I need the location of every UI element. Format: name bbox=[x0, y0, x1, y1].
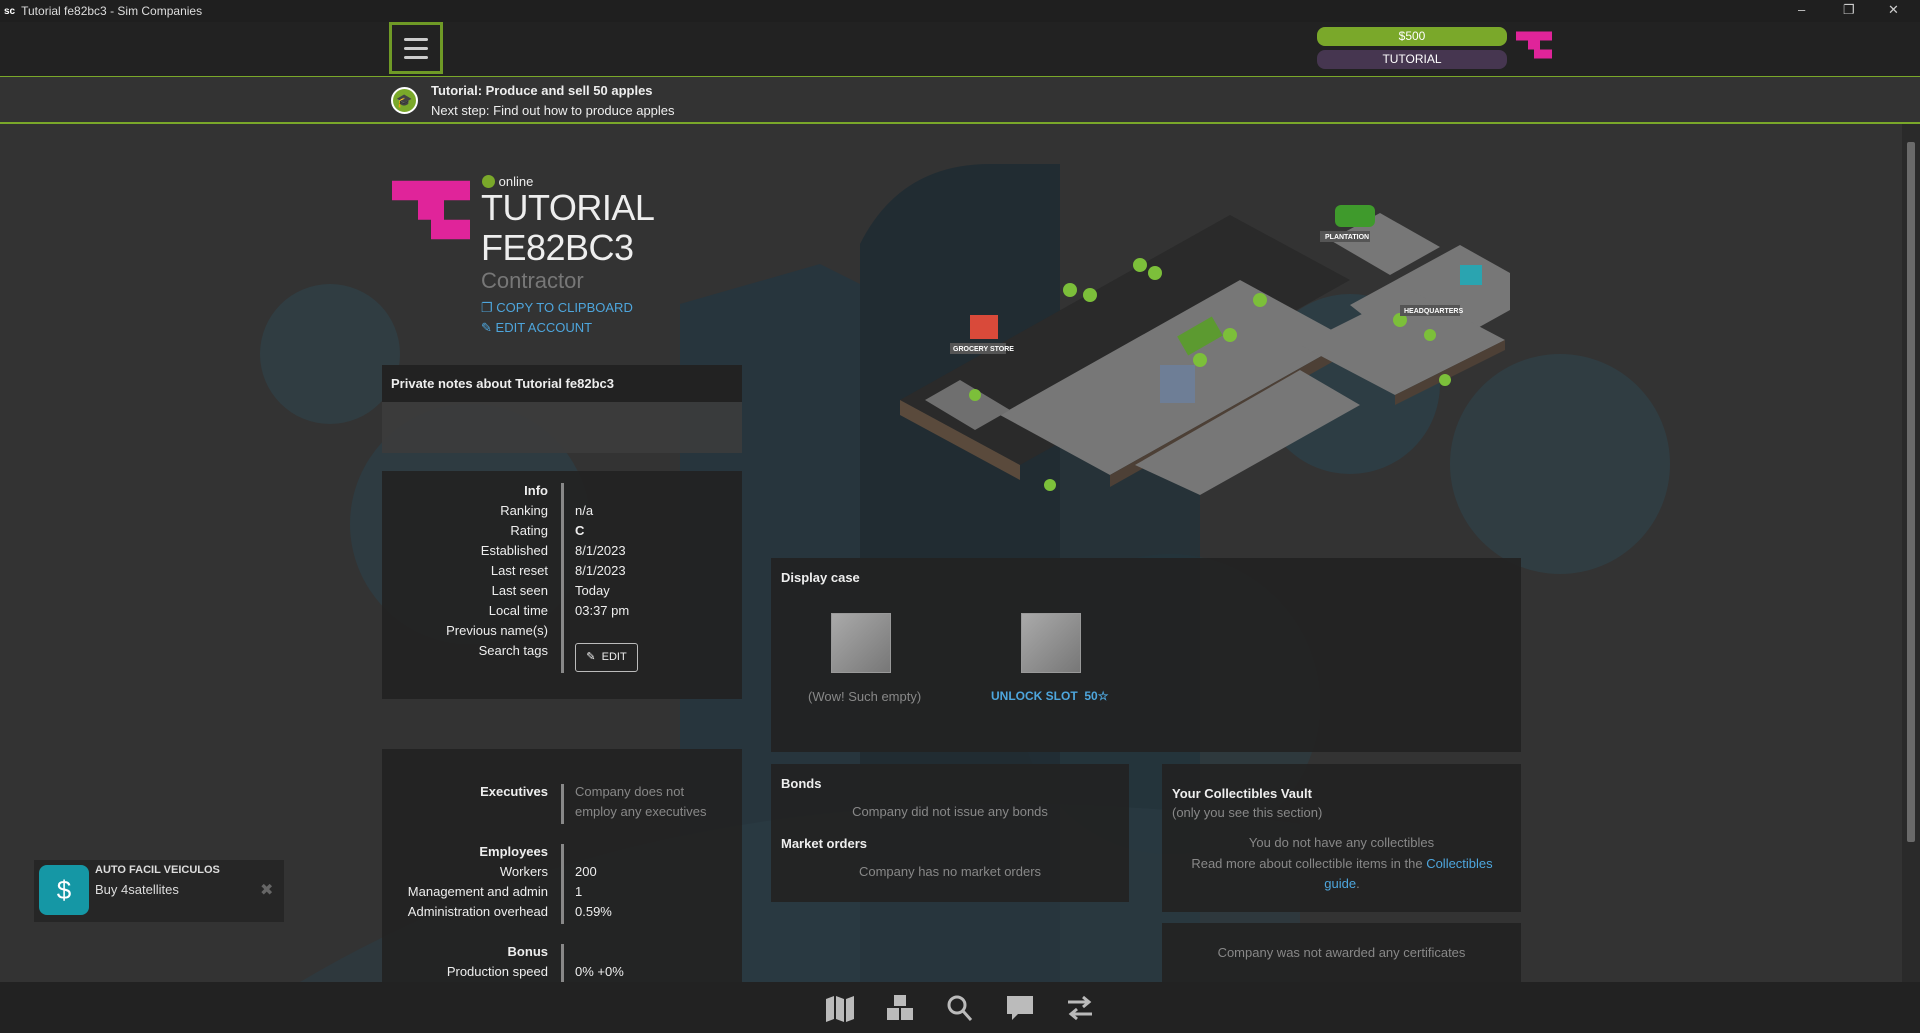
headquarters-building[interactable] bbox=[1460, 265, 1482, 285]
unlock-slot-button[interactable]: UNLOCK SLOT 50☆ bbox=[991, 689, 1108, 703]
copy-to-clipboard-link[interactable]: ❐ COPY TO CLIPBOARD bbox=[481, 300, 633, 316]
bonus-row-value: 0% +0% bbox=[575, 962, 624, 982]
map-label-grocery-store[interactable]: GROCERY STORE bbox=[953, 346, 1014, 353]
market-orders-title: Market orders bbox=[781, 836, 867, 851]
map-icon[interactable] bbox=[824, 993, 856, 1023]
maximize-button[interactable]: ❐ bbox=[1843, 2, 1855, 18]
row-value: 8/1/2023 bbox=[575, 561, 626, 581]
pencil-icon: ✎ bbox=[586, 651, 595, 663]
row-value: n/a bbox=[575, 501, 593, 521]
window-title: Tutorial fe82bc3 - Sim Companies bbox=[21, 4, 202, 18]
display-case-panel: Display case (Wow! Such empty) UNLOCK SL… bbox=[771, 558, 1521, 752]
vault-read-more: Read more about collectible items in the… bbox=[1182, 854, 1502, 894]
money-balance[interactable]: $500 bbox=[1317, 27, 1507, 46]
plantation-building[interactable] bbox=[1335, 205, 1375, 227]
vault-title: Your Collectibles Vault bbox=[1172, 786, 1312, 801]
tutorial-title: Tutorial: Produce and sell 50 apples bbox=[431, 83, 653, 98]
executives-value: Company does notemploy any executives bbox=[575, 782, 707, 822]
row-value: 03:37 pm bbox=[575, 601, 629, 621]
edit-icon: ✎ bbox=[481, 320, 492, 335]
market-orders-empty: Company has no market orders bbox=[771, 864, 1129, 879]
row-value: 1 bbox=[575, 882, 582, 902]
display-case-title: Display case bbox=[781, 570, 860, 585]
company-tag[interactable]: TUTORIAL bbox=[1317, 50, 1507, 69]
edit-search-tags-button[interactable]: ✎ EDIT bbox=[575, 643, 638, 672]
collectibles-vault-panel: Your Collectibles Vault (only you see th… bbox=[1162, 764, 1521, 912]
row-label: Rating bbox=[348, 521, 548, 541]
row-value: 0.59% bbox=[575, 902, 612, 922]
minimize-button[interactable]: – bbox=[1798, 2, 1805, 17]
app-icon: sc bbox=[4, 6, 15, 17]
toast-close-button[interactable]: ✖ bbox=[260, 880, 273, 900]
tutorial-next-step: Next step: Find out how to produce apple… bbox=[431, 103, 675, 118]
row-label: Last seen bbox=[348, 581, 548, 601]
row-label: Workers bbox=[348, 862, 548, 882]
private-notes-title: Private notes about Tutorial fe82bc3 bbox=[382, 365, 742, 402]
company-logo-small[interactable] bbox=[1516, 31, 1552, 59]
empty-display-box bbox=[831, 613, 891, 673]
info-panel: Info Rankingn/aRatingCEstablished8/1/202… bbox=[382, 471, 742, 699]
page-scrollbar[interactable] bbox=[1902, 124, 1920, 982]
bonds-orders-panel: Bonds Company did not issue any bonds Ma… bbox=[771, 764, 1129, 902]
top-header bbox=[0, 22, 1920, 76]
locked-display-box bbox=[1021, 613, 1081, 673]
info-header: Info bbox=[348, 481, 548, 501]
toast-title: AUTO FACIL VEICULOS bbox=[95, 864, 220, 876]
certificates-panel: Company was not awarded any certificates bbox=[1162, 923, 1521, 982]
price-tag-icon: $ bbox=[39, 865, 89, 915]
graduation-cap-icon: 🎓 bbox=[391, 87, 418, 114]
bonds-empty: Company did not issue any bonds bbox=[771, 804, 1129, 819]
office-tower bbox=[1160, 365, 1195, 403]
employees-label: Employees bbox=[348, 842, 548, 862]
bottom-nav bbox=[0, 982, 1920, 1033]
tutorial-banner[interactable]: 🎓 Tutorial: Produce and sell 50 apples N… bbox=[0, 76, 1920, 124]
row-label: Previous name(s) bbox=[348, 621, 548, 641]
bonus-label: Bonus bbox=[348, 942, 548, 962]
row-value: C bbox=[575, 521, 584, 541]
display-empty-text: (Wow! Such empty) bbox=[808, 689, 921, 704]
map-label-plantation[interactable]: PLANTATION bbox=[1325, 234, 1369, 241]
notification-toast[interactable]: $ AUTO FACIL VEICULOS Buy 4satellites ✖ bbox=[34, 860, 284, 922]
private-notes-panel[interactable]: Private notes about Tutorial fe82bc3 bbox=[382, 365, 742, 453]
toast-message: Buy 4satellites bbox=[95, 882, 179, 897]
row-label: Search tags bbox=[348, 641, 548, 661]
vault-empty: You do not have any collectibles bbox=[1162, 835, 1521, 850]
company-name-line2: FE82BC3 bbox=[481, 228, 634, 268]
row-label: Local time bbox=[348, 601, 548, 621]
staff-panel: Executives Company does notemploy any ex… bbox=[382, 749, 742, 982]
certificates-empty: Company was not awarded any certificates bbox=[1162, 945, 1521, 960]
title-bar: sc Tutorial fe82bc3 - Sim Companies – ❐ … bbox=[0, 0, 1920, 22]
row-value: Today bbox=[575, 581, 610, 601]
copy-icon: ❐ bbox=[481, 300, 493, 315]
grocery-store-building[interactable] bbox=[970, 315, 998, 339]
company-rank: Contractor bbox=[481, 268, 584, 294]
edit-account-link[interactable]: ✎ EDIT ACCOUNT bbox=[481, 320, 592, 336]
star-icon: ☆ bbox=[1098, 689, 1109, 703]
city-map[interactable]: PLANTATION HEADQUARTERS GROCERY STORE bbox=[880, 195, 1520, 495]
vault-subtitle: (only you see this section) bbox=[1172, 805, 1322, 820]
company-logo bbox=[392, 179, 470, 241]
menu-button[interactable] bbox=[389, 22, 443, 74]
row-value: 8/1/2023 bbox=[575, 541, 626, 561]
warehouse-boxes-icon[interactable] bbox=[884, 993, 916, 1023]
row-label: Ranking bbox=[348, 501, 548, 521]
executives-label: Executives bbox=[348, 782, 548, 802]
search-icon[interactable] bbox=[944, 993, 976, 1023]
row-value: 200 bbox=[575, 862, 597, 882]
row-label: Last reset bbox=[348, 561, 548, 581]
company-name-line1: TUTORIAL bbox=[481, 188, 654, 228]
row-label: Management and admin bbox=[348, 882, 548, 902]
exchange-icon[interactable] bbox=[1064, 993, 1096, 1023]
bonds-title: Bonds bbox=[781, 776, 821, 791]
chat-icon[interactable] bbox=[1004, 993, 1036, 1023]
bonus-row-label: Production speed bbox=[348, 962, 548, 982]
map-label-headquarters[interactable]: HEADQUARTERS bbox=[1404, 308, 1463, 315]
row-label: Administration overhead bbox=[348, 902, 548, 922]
row-label: Established bbox=[348, 541, 548, 561]
close-window-button[interactable]: ✕ bbox=[1888, 2, 1899, 18]
